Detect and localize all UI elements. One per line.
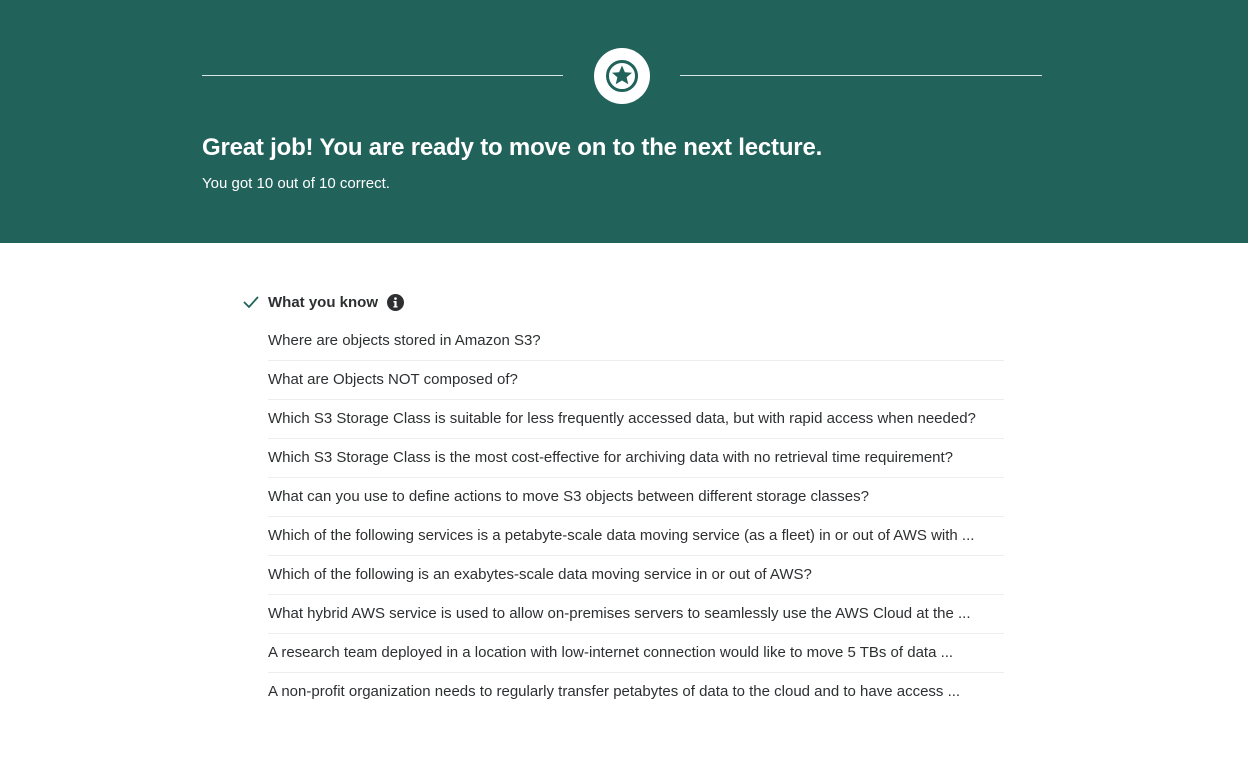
banner-divider-left [202,75,563,76]
star-badge [594,48,650,104]
result-banner: Great job! You are ready to move on to t… [0,0,1248,243]
star-icon [606,60,638,92]
question-item[interactable]: Which S3 Storage Class is suitable for l… [268,400,1004,439]
question-item[interactable]: A research team deployed in a location w… [268,634,1004,673]
question-item[interactable]: What hybrid AWS service is used to allow… [268,595,1004,634]
info-icon[interactable] [387,293,404,311]
question-item[interactable]: Which S3 Storage Class is the most cost-… [268,439,1004,478]
score-text: You got 10 out of 10 correct. [202,175,390,192]
result-headline: Great job! You are ready to move on to t… [202,134,823,161]
question-item[interactable]: Where are objects stored in Amazon S3? [268,322,1004,361]
question-item[interactable]: Which of the following is an exabytes-sc… [268,556,1004,595]
banner-divider-right [680,75,1042,76]
question-list: Where are objects stored in Amazon S3? W… [268,322,1004,711]
check-icon [243,296,259,308]
question-item[interactable]: Which of the following services is a pet… [268,517,1004,556]
question-item[interactable]: What are Objects NOT composed of? [268,361,1004,400]
question-item[interactable]: A non-profit organization needs to regul… [268,673,1004,711]
what-you-know-header: What you know [242,292,404,312]
what-you-know-title: What you know [268,293,378,311]
question-item[interactable]: What can you use to define actions to mo… [268,478,1004,517]
